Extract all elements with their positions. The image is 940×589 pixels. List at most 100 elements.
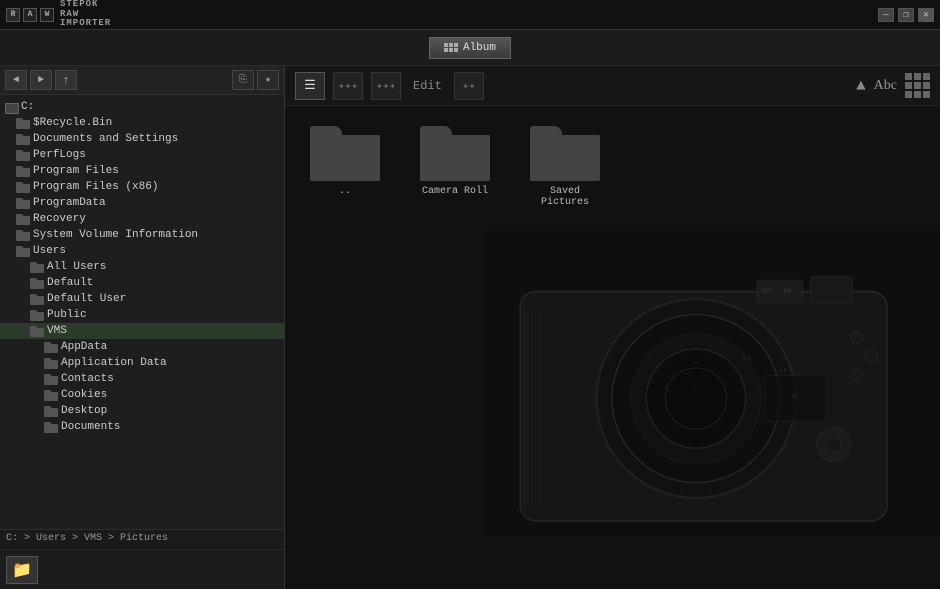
title-bar: R A W STEPOK RAW IMPORTER — ❐ ✕ — [0, 0, 940, 30]
hand-tool-button[interactable]: ✦✦✦ — [371, 72, 401, 100]
bookmark-button[interactable]: ★ — [257, 70, 279, 90]
tree-item[interactable]: All Users — [0, 259, 284, 275]
folder-icon — [16, 230, 30, 241]
tree-item-documents[interactable]: Documents — [0, 419, 284, 435]
tree-item-label: Default — [47, 277, 93, 289]
scroll-up-button[interactable]: ▲ — [856, 77, 866, 95]
album-label: Album — [463, 42, 496, 54]
tree-item-label: Default User — [47, 293, 126, 305]
bottom-bar: 📁 — [0, 549, 284, 589]
drive-label: C: — [21, 101, 34, 113]
tree-item-label: ProgramData — [33, 197, 106, 209]
folder-label: .. — [339, 186, 351, 197]
grid-view-button[interactable] — [905, 73, 930, 98]
folder-tree[interactable]: C: $Recycle.Bin Documents and Settings P… — [0, 95, 284, 529]
folder-icon — [30, 278, 44, 289]
path-bar: C: > Users > VMS > Pictures — [0, 529, 284, 549]
tree-item-label: Program Files — [33, 165, 119, 177]
folder-icon — [30, 310, 44, 321]
grid-cell — [914, 73, 921, 80]
tree-item-label: Application Data — [61, 357, 167, 369]
close-button[interactable]: ✕ — [918, 8, 934, 22]
tree-item-recovery[interactable]: Recovery — [0, 211, 284, 227]
hand-icon: ✦✦✦ — [376, 79, 396, 93]
folder-icon — [16, 150, 30, 161]
grid-cell — [905, 73, 912, 80]
layers-button[interactable]: ✦✦ — [454, 72, 484, 100]
tree-item[interactable]: Program Files (x86) — [0, 179, 284, 195]
tree-item-label: Recovery — [33, 213, 86, 225]
svg-text:L5: L5 — [780, 368, 786, 374]
tree-item-vms[interactable]: VMS — [0, 323, 284, 339]
folder-icon — [16, 182, 30, 193]
eye-icon: ✦✦✦ — [338, 79, 358, 93]
layers-icon: ✦✦ — [462, 79, 475, 93]
tree-item-label: Public — [47, 309, 87, 321]
edit-label: Edit — [409, 79, 446, 93]
tree-item-label: Documents and Settings — [33, 133, 178, 145]
app-logo: R A W — [6, 8, 54, 22]
folder-icon-large — [420, 126, 490, 181]
current-path: C: > Users > VMS > Pictures — [6, 533, 168, 544]
tree-item-label: Program Files (x86) — [33, 181, 158, 193]
album-button[interactable]: Album — [429, 37, 511, 59]
tree-item[interactable]: ProgramData — [0, 195, 284, 211]
folder-label: Saved Pictures — [525, 186, 605, 208]
restore-button[interactable]: ❐ — [898, 8, 914, 22]
tree-item-label: Cookies — [61, 389, 107, 401]
tree-item[interactable]: Cookies — [0, 387, 284, 403]
grid-cell — [905, 82, 912, 89]
forward-button[interactable]: ► — [30, 70, 52, 90]
folder-item-parent[interactable]: .. — [305, 126, 385, 197]
nav-bar: ◄ ► ↑ ⎘ ★ — [0, 66, 284, 95]
tree-item[interactable]: Contacts — [0, 371, 284, 387]
tree-item[interactable]: AppData — [0, 339, 284, 355]
folder-icon — [44, 374, 58, 385]
folder-item-camera-roll[interactable]: Camera Roll — [415, 126, 495, 197]
tree-item-drive[interactable]: C: — [0, 99, 284, 115]
grid-cell — [923, 73, 930, 80]
folder-icon — [16, 198, 30, 209]
tree-item[interactable]: $Recycle.Bin — [0, 115, 284, 131]
svg-text:55: 55 — [791, 395, 797, 401]
tree-item[interactable]: Application Data — [0, 355, 284, 371]
copy-path-button[interactable]: ⎘ — [232, 70, 254, 90]
main-toolbar: Album — [0, 30, 940, 66]
title-left: R A W STEPOK RAW IMPORTER — [6, 0, 111, 29]
tree-item-label: Documents — [61, 421, 120, 433]
list-view-button[interactable]: ☰ — [295, 72, 325, 100]
folder-icon — [16, 166, 30, 177]
folder-icon — [44, 342, 58, 353]
tree-item[interactable]: Desktop — [0, 403, 284, 419]
window-controls: — ❐ ✕ — [878, 8, 934, 22]
import-button[interactable]: 📁 — [6, 556, 38, 584]
tree-item[interactable]: System Volume Information — [0, 227, 284, 243]
tree-item-users[interactable]: Users — [0, 243, 284, 259]
tree-item-label: $Recycle.Bin — [33, 117, 112, 129]
folder-icon — [30, 294, 44, 305]
folder-item-saved-pictures[interactable]: Saved Pictures — [525, 126, 605, 208]
tree-item[interactable]: Default User — [0, 291, 284, 307]
app-title: STEPOK RAW IMPORTER — [60, 0, 111, 29]
camera-background: OFF ON 5.5 L5 55 — [482, 178, 940, 589]
folder-icon-large — [310, 126, 380, 181]
main-area: ◄ ► ↑ ⎘ ★ C: $Recycle.Bin Documents and … — [0, 66, 940, 589]
tree-item[interactable]: Documents and Settings — [0, 131, 284, 147]
svg-text:OFF: OFF — [760, 289, 771, 296]
svg-text:5.5: 5.5 — [741, 357, 751, 363]
tree-item[interactable]: Program Files — [0, 163, 284, 179]
folder-icon — [16, 246, 30, 257]
eye-view-button[interactable]: ✦✦✦ — [333, 72, 363, 100]
tree-item[interactable]: Public — [0, 307, 284, 323]
tree-item[interactable]: PerfLogs — [0, 147, 284, 163]
tree-item-label: VMS — [47, 325, 67, 337]
import-icon: 📁 — [12, 560, 32, 580]
list-view-icon: ☰ — [304, 78, 316, 93]
tree-item-label: All Users — [47, 261, 106, 273]
drive-icon — [4, 102, 18, 113]
back-button[interactable]: ◄ — [5, 70, 27, 90]
folder-icon — [44, 406, 58, 417]
up-button[interactable]: ↑ — [55, 70, 77, 90]
minimize-button[interactable]: — — [878, 8, 894, 22]
tree-item[interactable]: Default — [0, 275, 284, 291]
